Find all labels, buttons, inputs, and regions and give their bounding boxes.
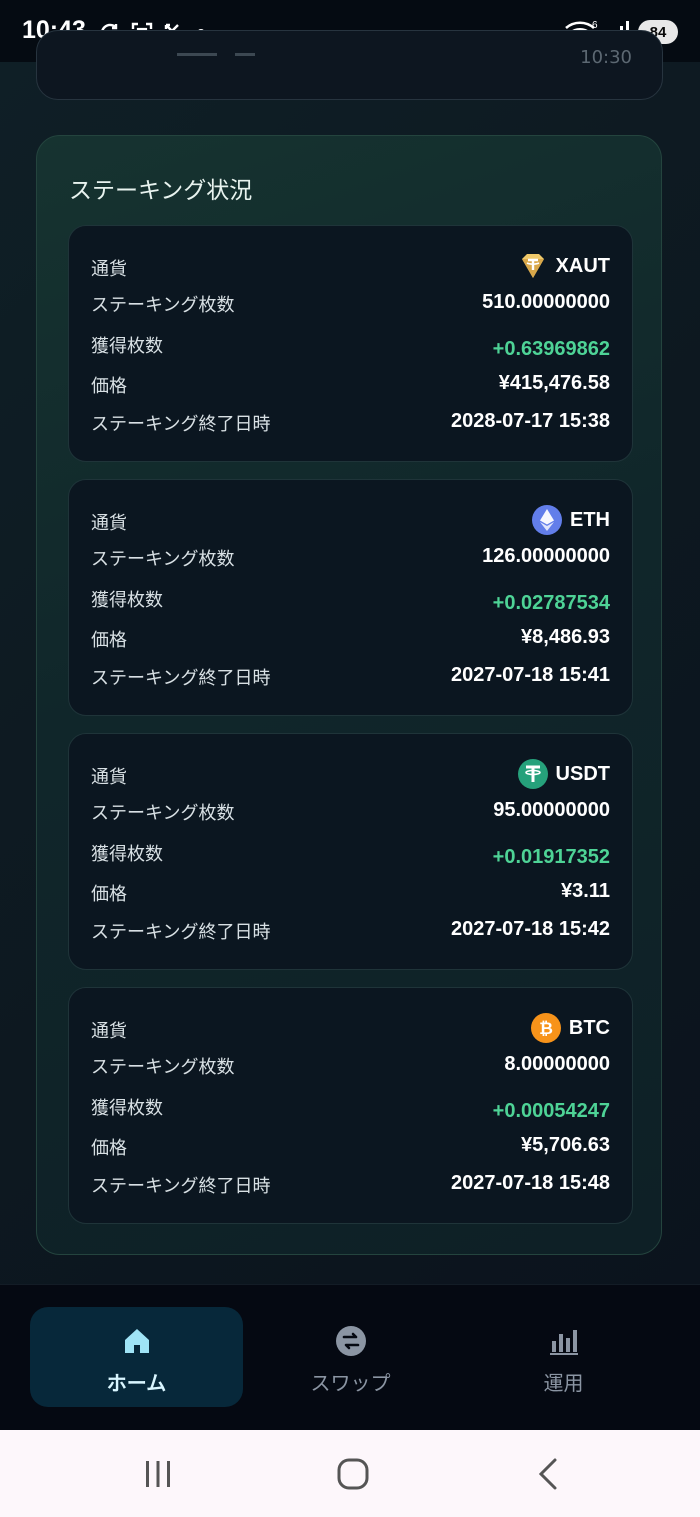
currency-label: 通貨	[91, 1021, 127, 1042]
system-nav-bar	[0, 1430, 700, 1517]
amount-value: 126.00000000	[482, 545, 610, 567]
usdt-icon	[517, 759, 548, 789]
xaut-icon	[521, 254, 544, 278]
back-icon[interactable]	[527, 1452, 571, 1496]
earned-row: 獲得枚数 +0.63969862	[91, 328, 610, 360]
earned-value: +0.02787534	[492, 592, 610, 614]
summary-card-partial: 10:30	[36, 30, 663, 100]
price-label: 価格	[91, 884, 127, 905]
nav-operation-label: 運用	[543, 1371, 584, 1395]
staking-card-eth[interactable]: 通貨 ETH ステーキング枚数 126.00000000 獲得枚数 +0.027…	[68, 479, 633, 716]
coin-badge: ₿ BTC	[530, 1013, 610, 1043]
coin-name: ETH	[570, 508, 610, 531]
amount-value: 95.00000000	[493, 799, 610, 821]
section-title: ステーキング状況	[69, 178, 253, 204]
staking-card-xaut[interactable]: 通貨 XAUT ステーキング枚数 510.00000000 獲得枚数 +0.63…	[68, 225, 633, 462]
end-date-label: ステーキング終了日時	[91, 922, 271, 943]
end-date-value: 2027-07-18 15:48	[450, 1172, 610, 1194]
amount-value: 8.00000000	[504, 1053, 610, 1075]
eth-icon	[532, 505, 562, 535]
coin-badge: USDT	[517, 759, 610, 789]
currency-label: 通貨	[91, 259, 127, 280]
nav-operation[interactable]: 運用	[457, 1307, 670, 1407]
end-date-label: ステーキング終了日時	[91, 414, 271, 435]
nav-swap-label: スワップ	[310, 1371, 391, 1395]
home-icon	[124, 1329, 149, 1353]
home-button-icon[interactable]	[331, 1452, 375, 1496]
price-value: ¥5,706.63	[521, 1134, 610, 1156]
price-row: 価格 ¥415,476.58	[91, 368, 610, 398]
currency-row: 通貨 ₿ BTC	[91, 1013, 610, 1043]
coin-badge: ETH	[532, 505, 610, 535]
btc-icon: ₿	[530, 1013, 561, 1043]
amount-row: ステーキング枚数 8.00000000	[91, 1049, 610, 1079]
earned-label: 獲得枚数	[91, 590, 163, 611]
swap-icon	[335, 1326, 366, 1356]
price-row: 価格 ¥5,706.63	[91, 1130, 610, 1160]
amount-label: ステーキング枚数	[91, 295, 235, 316]
currency-label: 通貨	[91, 767, 127, 788]
end-date-row: ステーキング終了日時 2028-07-17 15:38	[91, 406, 610, 436]
price-label: 価格	[91, 376, 127, 397]
price-value: ¥415,476.58	[498, 372, 610, 394]
bottom-nav: ホーム スワップ 運用	[0, 1284, 700, 1431]
earned-value: +0.01917352	[492, 846, 610, 868]
recent-apps-icon[interactable]	[136, 1452, 180, 1496]
amount-label: ステーキング枚数	[91, 1057, 235, 1078]
price-value: ¥3.11	[561, 880, 610, 902]
coin-name: USDT	[555, 762, 610, 785]
currency-row: 通貨 XAUT	[91, 251, 610, 281]
amount-row: ステーキング枚数 510.00000000	[91, 287, 610, 317]
end-date-label: ステーキング終了日時	[91, 1176, 271, 1197]
end-date-value: 2027-07-18 15:41	[450, 664, 610, 686]
staking-card-btc[interactable]: 通貨 ₿ BTC ステーキング枚数 8.00000000 獲得枚数 +0.000…	[68, 987, 633, 1224]
earned-row: 獲得枚数 +0.00054247	[91, 1090, 610, 1122]
earned-row: 獲得枚数 +0.01917352	[91, 836, 610, 868]
end-date-value: 2028-07-17 15:38	[450, 410, 610, 432]
price-label: 価格	[91, 630, 127, 651]
end-date-row: ステーキング終了日時 2027-07-18 15:42	[91, 914, 610, 944]
price-row: 価格 ¥3.11	[91, 876, 610, 906]
amount-label: ステーキング枚数	[91, 549, 235, 570]
partial-text-fragment	[177, 53, 255, 56]
coin-name: BTC	[568, 1016, 610, 1039]
partial-value: 10:30	[580, 47, 632, 68]
end-date-label: ステーキング終了日時	[91, 668, 271, 689]
earned-value: +0.63969862	[492, 338, 610, 360]
staking-card-usdt[interactable]: 通貨 USDT ステーキング枚数 95.00000000 獲得枚数 +0.019…	[68, 733, 633, 970]
chart-bars-icon	[549, 1330, 578, 1355]
price-label: 価格	[91, 1138, 127, 1159]
amount-label: ステーキング枚数	[91, 803, 235, 824]
currency-row: 通貨 USDT	[91, 759, 610, 789]
end-date-row: ステーキング終了日時 2027-07-18 15:48	[91, 1168, 610, 1198]
earned-row: 獲得枚数 +0.02787534	[91, 582, 610, 614]
amount-row: ステーキング枚数 126.00000000	[91, 541, 610, 571]
nav-swap[interactable]: スワップ	[244, 1307, 457, 1407]
nav-home[interactable]: ホーム	[30, 1307, 243, 1407]
end-date-row: ステーキング終了日時 2027-07-18 15:41	[91, 660, 610, 690]
earned-label: 獲得枚数	[91, 1098, 163, 1119]
coin-badge: XAUT	[518, 251, 610, 281]
earned-label: 獲得枚数	[91, 844, 163, 865]
svg-text:₿: ₿	[539, 1019, 553, 1039]
price-value: ¥8,486.93	[521, 626, 610, 648]
end-date-value: 2027-07-18 15:42	[450, 918, 610, 940]
price-row: 価格 ¥8,486.93	[91, 622, 610, 652]
amount-row: ステーキング枚数 95.00000000	[91, 795, 610, 825]
nav-home-label: ホーム	[106, 1371, 167, 1395]
currency-label: 通貨	[91, 513, 127, 534]
amount-value: 510.00000000	[482, 291, 610, 313]
earned-label: 獲得枚数	[91, 336, 163, 357]
earned-value: +0.00054247	[492, 1100, 610, 1122]
coin-name: XAUT	[555, 254, 610, 277]
currency-row: 通貨 ETH	[91, 505, 610, 535]
staking-status-section: ステーキング状況 通貨 XAUT ステーキング枚数 510.00000000 獲…	[36, 135, 662, 1255]
